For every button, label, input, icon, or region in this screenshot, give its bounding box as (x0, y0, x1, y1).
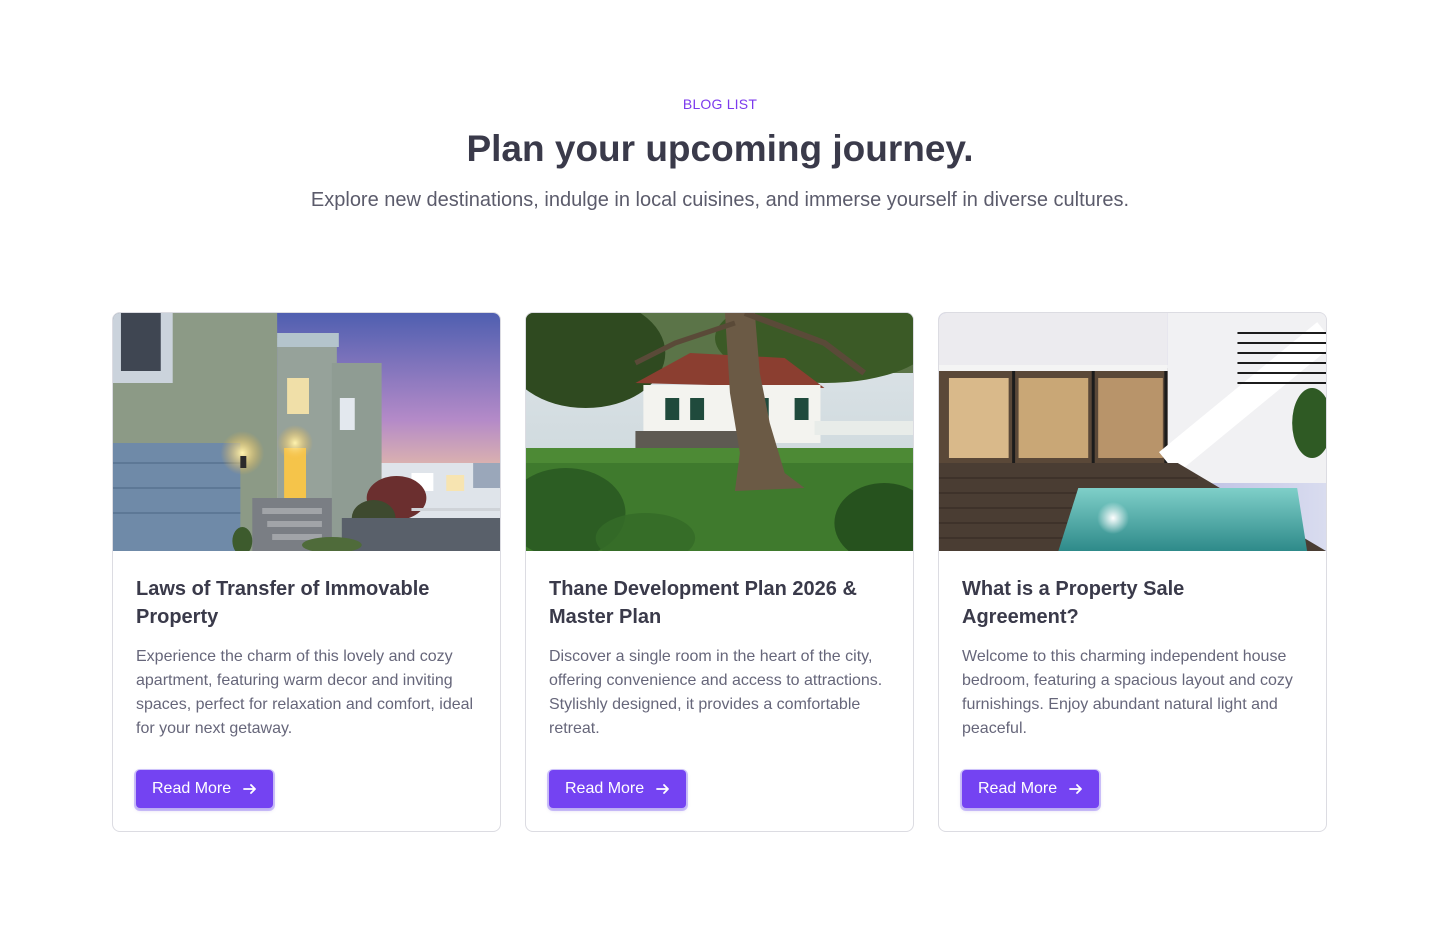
blog-list-section: BLOG LIST Plan your upcoming journey. Ex… (0, 0, 1440, 928)
blog-card-excerpt: Discover a single room in the heart of t… (549, 648, 883, 737)
blog-card: Laws of Transfer of Immovable Property E… (112, 312, 501, 832)
arrow-right-icon (243, 784, 257, 794)
read-more-button[interactable]: Read More (549, 770, 687, 808)
blog-card-excerpt: Welcome to this charming independent hou… (962, 648, 1293, 737)
house-exterior-image (113, 313, 500, 551)
read-more-button[interactable]: Read More (962, 770, 1100, 808)
blog-card-title[interactable]: Laws of Transfer of Immovable Property (136, 575, 477, 631)
blog-card-excerpt: Experience the charm of this lovely and … (136, 648, 474, 737)
arrow-right-icon (656, 784, 670, 794)
blog-card-image[interactable] (939, 313, 1326, 551)
read-more-label: Read More (978, 780, 1058, 797)
white-house-with-tree-image (526, 313, 913, 551)
page-subtitle: Explore new destinations, indulge in loc… (310, 189, 1130, 211)
blog-card: Thane Development Plan 2026 & Master Pla… (525, 312, 914, 832)
blog-card-image[interactable] (526, 313, 913, 551)
arrow-right-icon (1069, 784, 1083, 794)
read-more-label: Read More (152, 780, 232, 797)
blog-card-title[interactable]: Thane Development Plan 2026 & Master Pla… (549, 575, 890, 631)
section-eyebrow: BLOG LIST (682, 96, 758, 112)
read-more-button[interactable]: Read More (136, 770, 274, 808)
blog-card-grid: Laws of Transfer of Immovable Property E… (112, 312, 1328, 832)
page-title: Plan your upcoming journey. (466, 128, 974, 169)
blog-card-title[interactable]: What is a Property Sale Agreement? (962, 575, 1303, 631)
modern-house-with-pool-image (939, 313, 1326, 551)
read-more-label: Read More (565, 780, 645, 797)
blog-card-image[interactable] (113, 313, 500, 551)
blog-card: What is a Property Sale Agreement? Welco… (938, 312, 1327, 832)
